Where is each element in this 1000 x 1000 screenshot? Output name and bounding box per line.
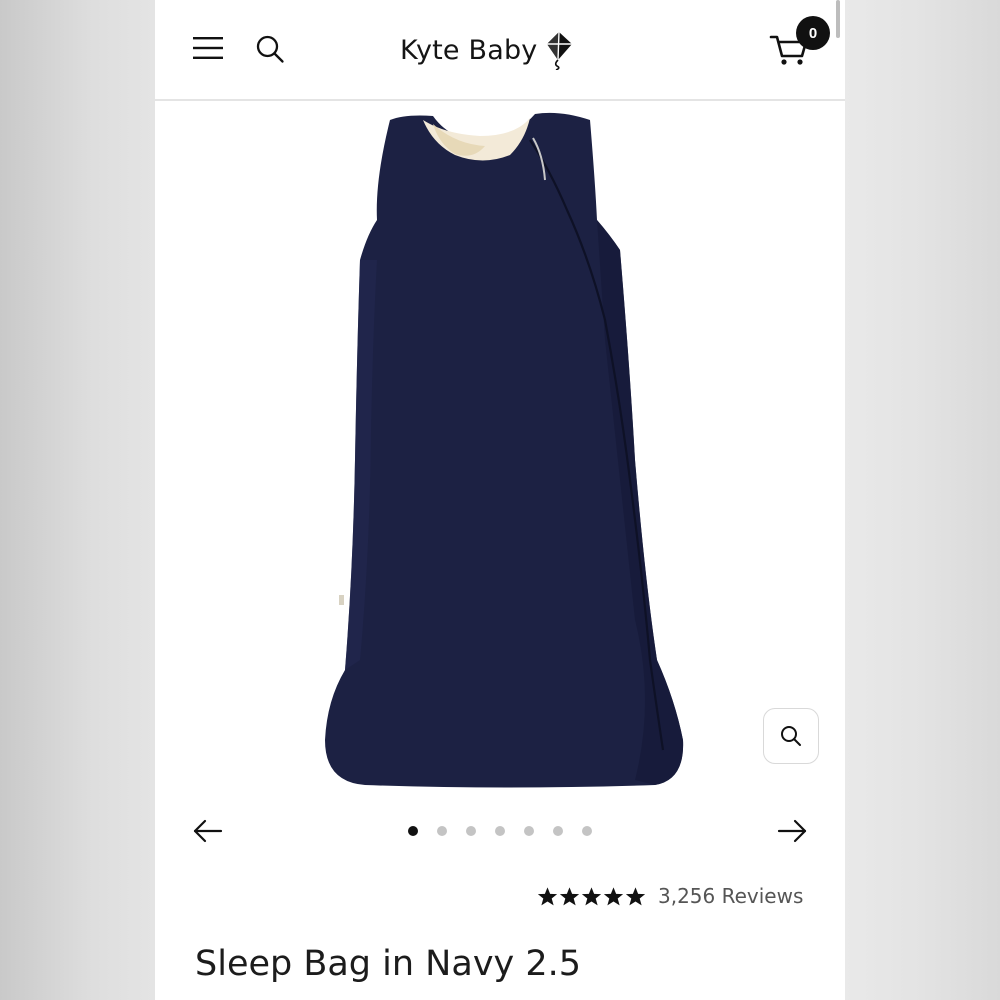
slide-dot[interactable]: [524, 826, 534, 836]
arrow-right-icon[interactable]: [777, 818, 807, 844]
slide-dot[interactable]: [582, 826, 592, 836]
zoom-button[interactable]: [763, 708, 819, 764]
background-right: [845, 0, 1000, 1000]
star-icon: [559, 886, 580, 905]
star-rating: [537, 886, 646, 907]
star-icon: [603, 886, 624, 905]
cart-count-badge: 0: [796, 16, 830, 50]
zoom-icon: [781, 726, 801, 746]
brand-name: Kyte Baby: [400, 34, 538, 66]
scrollbar[interactable]: [836, 0, 840, 38]
slide-dot[interactable]: [437, 826, 447, 836]
site-header: Kyte Baby 0: [155, 0, 845, 101]
slide-dot[interactable]: [495, 826, 505, 836]
kite-logo-icon: [546, 31, 572, 70]
product-rating[interactable]: 3,256 Reviews: [537, 884, 803, 908]
product-title: Sleep Bag in Navy 2.5: [195, 944, 582, 984]
star-icon: [537, 886, 558, 905]
product-image[interactable]: [305, 100, 695, 800]
slide-dot[interactable]: [466, 826, 476, 836]
slide-dot[interactable]: [408, 826, 418, 836]
hamburger-menu-icon[interactable]: [193, 36, 223, 60]
search-icon[interactable]: [255, 34, 285, 64]
star-icon: [581, 886, 602, 905]
arrow-left-icon[interactable]: [193, 818, 223, 844]
background-left: [0, 0, 155, 1000]
slide-dot[interactable]: [553, 826, 563, 836]
brand-logo[interactable]: Kyte Baby: [400, 28, 574, 72]
star-icon: [625, 886, 646, 905]
mobile-page: Kyte Baby 0 3,256 Reviews Sleep Bag in N…: [155, 0, 845, 1000]
reviews-link[interactable]: 3,256 Reviews: [658, 884, 803, 908]
slide-indicator: [408, 826, 592, 836]
